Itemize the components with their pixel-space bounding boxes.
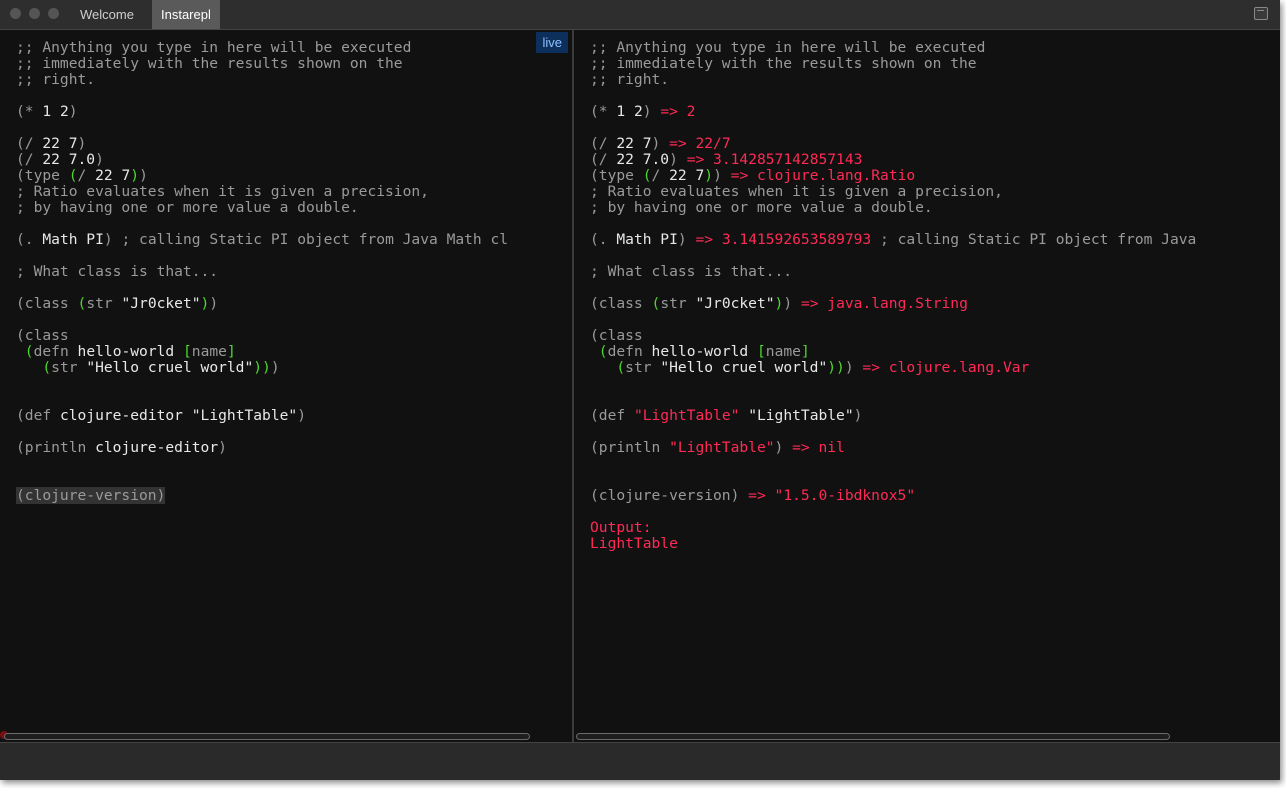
result-type: => clojure.lang.Ratio [730,167,916,184]
editor-code[interactable]: ;; Anything you type in here will be exe… [16,40,508,504]
result-println: => nil [792,439,845,456]
output-value: LightTable [590,535,678,552]
cursor-line[interactable]: (clojure-version) [16,487,166,504]
minimize-dot-icon[interactable] [29,8,40,19]
result-println-arg: "LightTable" [669,439,775,456]
tab-instarepl[interactable]: Instarepl [152,0,220,29]
code-line: ; by having one or more value a double. [16,199,359,216]
result-pi: => 3.141592653589793 [695,231,872,248]
maximize-dot-icon[interactable] [48,8,59,19]
result-div: => 22/7 [669,135,731,152]
result-mul: => 2 [660,103,696,120]
result-version: => "1.5.0-ibdknox5" [748,487,916,504]
results-code: ;; Anything you type in here will be exe… [590,39,1197,552]
code-line: ; What class is that... [16,263,219,280]
code-line: ; Ratio evaluates when it is given a pre… [16,183,429,200]
code-line: ;; immediately with the results shown on… [16,55,403,72]
editor-horizontal-scrollbar[interactable] [4,733,530,740]
code-line: ;; right. [16,71,96,88]
results-pane: ;; Anything you type in here will be exe… [574,30,1280,740]
tab-welcome[interactable]: Welcome [71,0,143,29]
fullscreen-icon[interactable] [1254,7,1268,20]
close-dot-icon[interactable] [10,8,21,19]
status-bar [0,742,1280,780]
app-window: Welcome Instarepl ;; Anything you type i… [0,0,1280,780]
code-line: ;; Anything you type in here will be exe… [16,39,412,56]
results-horizontal-scrollbar[interactable] [576,733,1170,740]
editor-pane[interactable]: ;; Anything you type in here will be exe… [0,30,572,740]
live-badge[interactable]: live [536,32,568,53]
output-label: Output: [590,519,652,536]
result-def-name: "LightTable" [633,407,740,424]
result-class-var: => clojure.lang.Var [862,359,1030,376]
result-div-float: => 3.142857142857143 [686,151,863,168]
result-class-str: => java.lang.String [800,295,968,312]
tab-bar: Welcome Instarepl [0,0,1280,30]
